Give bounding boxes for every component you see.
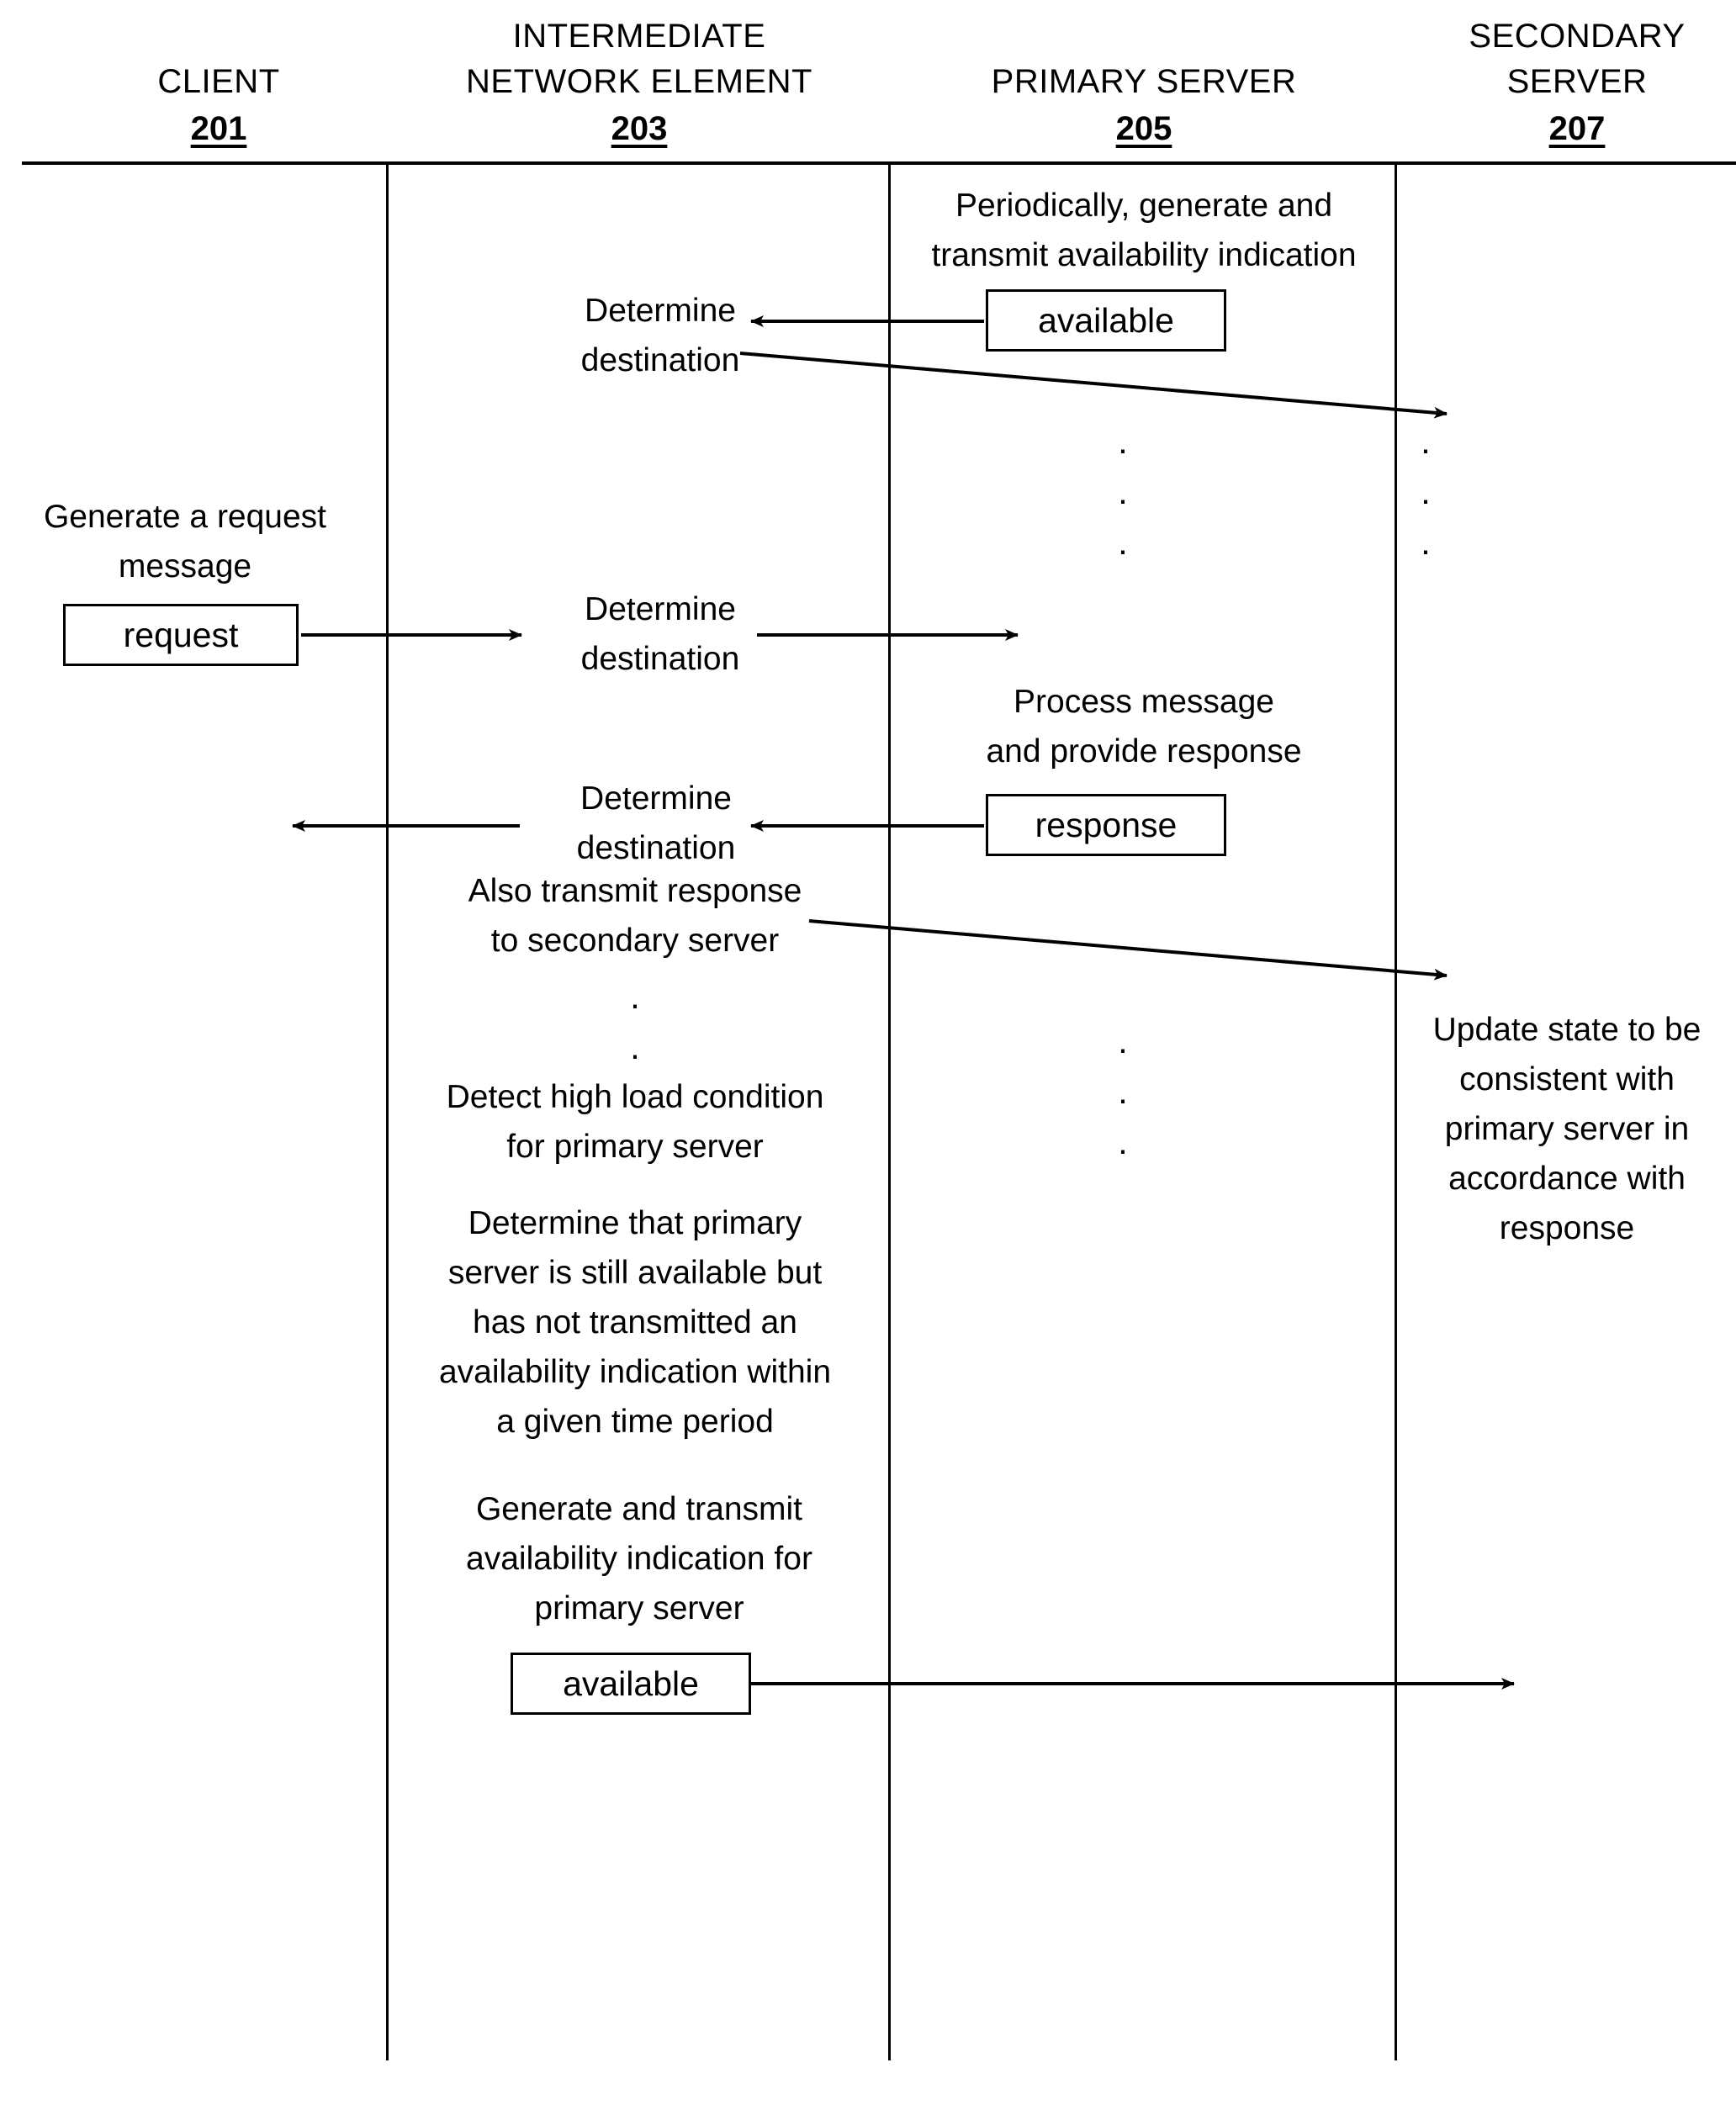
sequence-diagram-canvas: CLIENT 201 INTERMEDIATE NETWORK ELEMENT …: [0, 0, 1736, 2105]
note-determine-destination-2: Determine destination: [580, 591, 740, 677]
arrow-ine-to-secondary-top: [739, 352, 1448, 419]
lifeline-client: [386, 165, 389, 2060]
note-detect-high-load: Detect high load condition for primary s…: [446, 1079, 824, 1165]
note-update-state: Update state to be consistent with prima…: [1432, 1012, 1702, 1246]
lifeline-intermediate-network-element: [888, 165, 891, 2060]
message-box-available-top[interactable]: available: [986, 289, 1226, 352]
column-ref-secondary-server: 207: [1548, 110, 1606, 147]
column-ref-client: 201: [190, 110, 247, 147]
message-box-request[interactable]: request: [63, 604, 299, 666]
note-determine-still-available: Determine that primary server is still a…: [438, 1205, 832, 1440]
note-also-transmit-response: Also transmit response to secondary serv…: [468, 873, 802, 959]
column-header-primary-server: PRIMARY SERVER: [991, 63, 1297, 100]
note-generate-request: Generate a request message: [43, 499, 327, 584]
arrow-ine-to-secondary-response: [808, 919, 1448, 981]
column-ref-primary-server: 205: [1115, 110, 1172, 147]
column-header-secondary-server: SECONDARY SERVER: [1469, 18, 1686, 100]
column-ref-intermediate-network-element: 203: [611, 110, 668, 147]
note-periodic-availability: Periodically, generate and transmit avai…: [931, 188, 1357, 273]
ellipsis-primary-server-mid: . . .: [1118, 1021, 1128, 1161]
note-generate-availability-indication: Generate and transmit availability indic…: [466, 1491, 812, 1626]
ellipsis-secondary-server-top: . . .: [1421, 421, 1431, 562]
message-box-response[interactable]: response: [986, 794, 1226, 856]
message-box-available-bottom[interactable]: available: [511, 1653, 751, 1715]
header-separator-rule: [22, 161, 1736, 165]
note-determine-destination-3: Determine destination: [576, 780, 736, 866]
note-determine-destination-1: Determine destination: [580, 293, 740, 378]
ellipsis-primary-server-top: . . .: [1118, 421, 1128, 562]
column-header-intermediate-network-element: INTERMEDIATE NETWORK ELEMENT: [466, 18, 812, 100]
column-header-client: CLIENT: [157, 63, 280, 100]
note-process-message: Process message and provide response: [986, 684, 1302, 770]
ellipsis-intermediate-network-element: . .: [630, 976, 640, 1066]
